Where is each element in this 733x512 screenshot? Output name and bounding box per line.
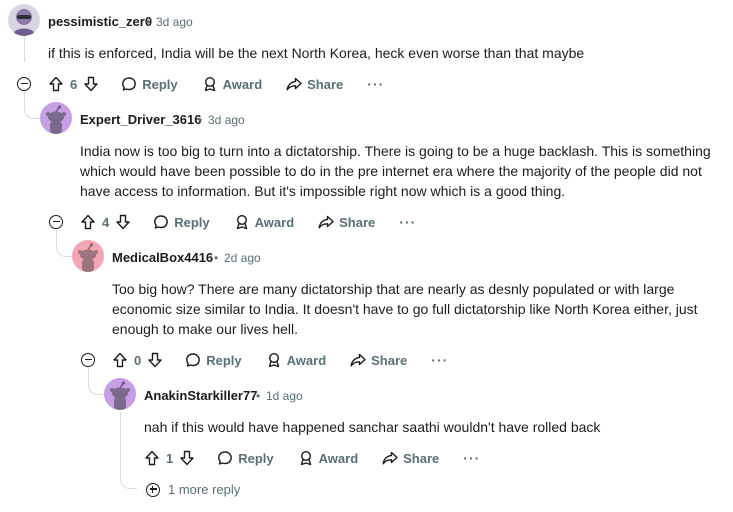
downvote-icon[interactable] <box>179 450 195 466</box>
vote-control: 4 <box>80 214 131 230</box>
share-label: Share <box>339 214 376 230</box>
share-icon <box>318 215 334 229</box>
user-avatar-icon <box>8 4 40 36</box>
comment-actions: 0 Reply Award Share ··· <box>112 348 448 372</box>
thread-connector <box>24 92 41 119</box>
comment-username[interactable]: Expert_Driver_3616 <box>80 112 201 127</box>
share-icon <box>350 353 366 367</box>
vote-control: 1 <box>144 450 195 466</box>
comment-timestamp[interactable]: 3d ago <box>156 15 193 29</box>
share-icon <box>286 77 302 91</box>
more-replies-button[interactable]: 1 more reply <box>146 482 240 497</box>
award-button[interactable]: Award <box>298 450 359 466</box>
more-options-icon[interactable]: ··· <box>399 214 416 230</box>
snoo-avatar-icon <box>104 378 136 410</box>
thread-line <box>24 36 25 62</box>
thread-connector <box>88 368 105 395</box>
share-button[interactable]: Share <box>382 450 439 466</box>
award-label: Award <box>254 214 295 230</box>
avatar[interactable] <box>104 378 136 410</box>
vote-control: 6 <box>48 76 99 92</box>
vote-count: 1 <box>166 450 174 466</box>
comment-body: nah if this would have happened sanchar … <box>144 419 601 435</box>
comment-body: India now is too big to turn into a dict… <box>80 143 711 199</box>
expand-icon <box>146 482 160 497</box>
upvote-icon[interactable] <box>80 214 96 230</box>
award-button[interactable]: Award <box>202 76 263 92</box>
reply-label: Reply <box>238 450 274 466</box>
reply-icon <box>218 451 233 465</box>
downvote-icon[interactable] <box>147 352 163 368</box>
comment-separator: • <box>214 251 219 265</box>
snoo-avatar-icon <box>72 240 104 272</box>
reply-button[interactable]: Reply <box>153 214 210 230</box>
award-label: Award <box>318 450 359 466</box>
snoo-avatar-icon <box>40 102 72 134</box>
reply-icon <box>122 77 137 91</box>
more-options-icon[interactable]: ··· <box>463 450 480 466</box>
comment-username[interactable]: MedicalBox4416 <box>112 250 213 265</box>
thread-line <box>120 412 121 478</box>
reply-label: Reply <box>142 76 178 92</box>
award-label: Award <box>222 76 263 92</box>
share-button[interactable]: Share <box>286 76 343 92</box>
collapse-icon[interactable] <box>49 215 63 229</box>
reply-button[interactable]: Reply <box>185 352 242 368</box>
upvote-icon[interactable] <box>48 76 64 92</box>
thread-connector <box>56 230 73 257</box>
reply-button[interactable]: Reply <box>121 76 178 92</box>
reply-button[interactable]: Reply <box>217 450 274 466</box>
comment-separator: • <box>256 389 261 403</box>
collapse-icon[interactable] <box>17 77 31 91</box>
comment-separator: • <box>198 113 203 127</box>
share-icon <box>382 451 398 465</box>
comment-timestamp[interactable]: 1d ago <box>266 389 303 403</box>
award-label: Award <box>286 352 327 368</box>
share-label: Share <box>307 76 344 92</box>
reply-icon <box>154 215 169 229</box>
avatar[interactable] <box>72 240 104 272</box>
vote-count: 6 <box>70 76 78 92</box>
comment-actions: 4 Reply Award Share ··· <box>80 210 416 234</box>
award-button[interactable]: Award <box>234 214 295 230</box>
award-icon <box>204 76 215 92</box>
comment-body: Too big how? There are many dictatorship… <box>112 281 698 337</box>
vote-count: 4 <box>102 214 110 230</box>
avatar[interactable] <box>40 102 72 134</box>
comment-timestamp[interactable]: 2d ago <box>224 251 261 265</box>
comment-username[interactable]: AnakinStarkiller77 <box>144 388 257 403</box>
upvote-icon[interactable] <box>144 450 160 466</box>
comment-username[interactable]: pessimistic_zer0 <box>48 14 152 29</box>
comment-timestamp[interactable]: 3d ago <box>208 113 245 127</box>
reply-label: Reply <box>174 214 210 230</box>
collapse-icon[interactable] <box>81 353 95 367</box>
downvote-icon[interactable] <box>115 214 131 230</box>
award-icon <box>300 450 311 466</box>
share-button[interactable]: Share <box>318 214 375 230</box>
comment-actions: 6 Reply Award Share ··· <box>48 72 384 96</box>
vote-control: 0 <box>112 352 163 368</box>
thread-connector <box>120 470 137 489</box>
comment-separator: • <box>146 15 151 29</box>
more-options-icon[interactable]: ··· <box>367 76 384 92</box>
award-button[interactable]: Award <box>266 352 327 368</box>
share-label: Share <box>403 450 440 466</box>
more-options-icon[interactable]: ··· <box>431 352 448 368</box>
avatar[interactable] <box>8 4 40 36</box>
share-button[interactable]: Share <box>350 352 407 368</box>
more-replies-label: 1 more reply <box>168 482 241 497</box>
upvote-icon[interactable] <box>112 352 128 368</box>
downvote-icon[interactable] <box>83 76 99 92</box>
award-icon <box>236 214 247 230</box>
award-icon <box>268 352 279 368</box>
reply-label: Reply <box>206 352 242 368</box>
reply-icon <box>186 353 201 367</box>
comment-body: if this is enforced, India will be the n… <box>48 45 585 61</box>
comment-actions: 1 Reply Award Share ··· <box>144 446 480 470</box>
vote-count: 0 <box>134 352 142 368</box>
share-label: Share <box>371 352 408 368</box>
